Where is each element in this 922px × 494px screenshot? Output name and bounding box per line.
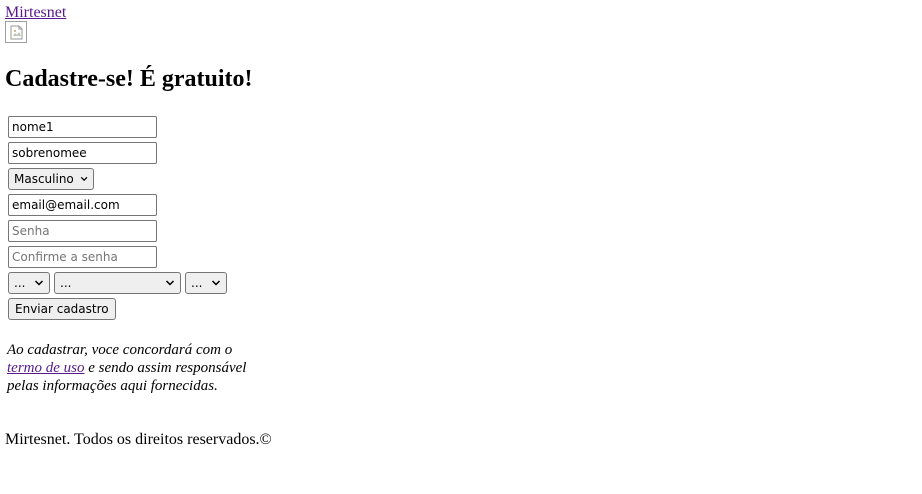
chevron-down-icon (211, 280, 221, 286)
logo-image (5, 21, 27, 43)
broken-image-icon (10, 25, 23, 40)
terms-of-use-link[interactable]: termo de uso (7, 360, 85, 376)
birth-month-select[interactable]: ... (54, 272, 181, 294)
birth-day-select[interactable]: ... (8, 272, 50, 294)
birth-year-value: ... (191, 276, 203, 290)
site-home-link[interactable]: Mirtesnet (5, 4, 66, 22)
chevron-down-icon (80, 176, 88, 182)
submit-button[interactable]: Enviar cadastro (8, 298, 116, 320)
last-name-input[interactable] (8, 142, 157, 164)
birth-day-value: ... (14, 276, 26, 290)
birth-year-select[interactable]: ... (185, 272, 227, 294)
gender-select-value: Masculino (14, 172, 74, 186)
terms-text-before: Ao cadastrar, voce concordará com o (7, 342, 233, 358)
password-input[interactable] (8, 220, 157, 242)
birth-month-value: ... (60, 276, 72, 290)
footer-copyright: Mirtesnet. Todos os direitos reservados.… (5, 431, 272, 448)
gender-select[interactable]: Masculino (8, 168, 94, 190)
first-name-input[interactable] (8, 116, 157, 138)
chevron-down-icon (34, 280, 44, 286)
chevron-down-icon (165, 280, 175, 286)
email-input[interactable] (8, 194, 157, 216)
terms-notice: Ao cadastrar, voce concordará com o term… (7, 341, 257, 395)
page-title: Cadastre-se! É gratuito! (5, 66, 253, 92)
confirm-password-input[interactable] (8, 246, 157, 268)
